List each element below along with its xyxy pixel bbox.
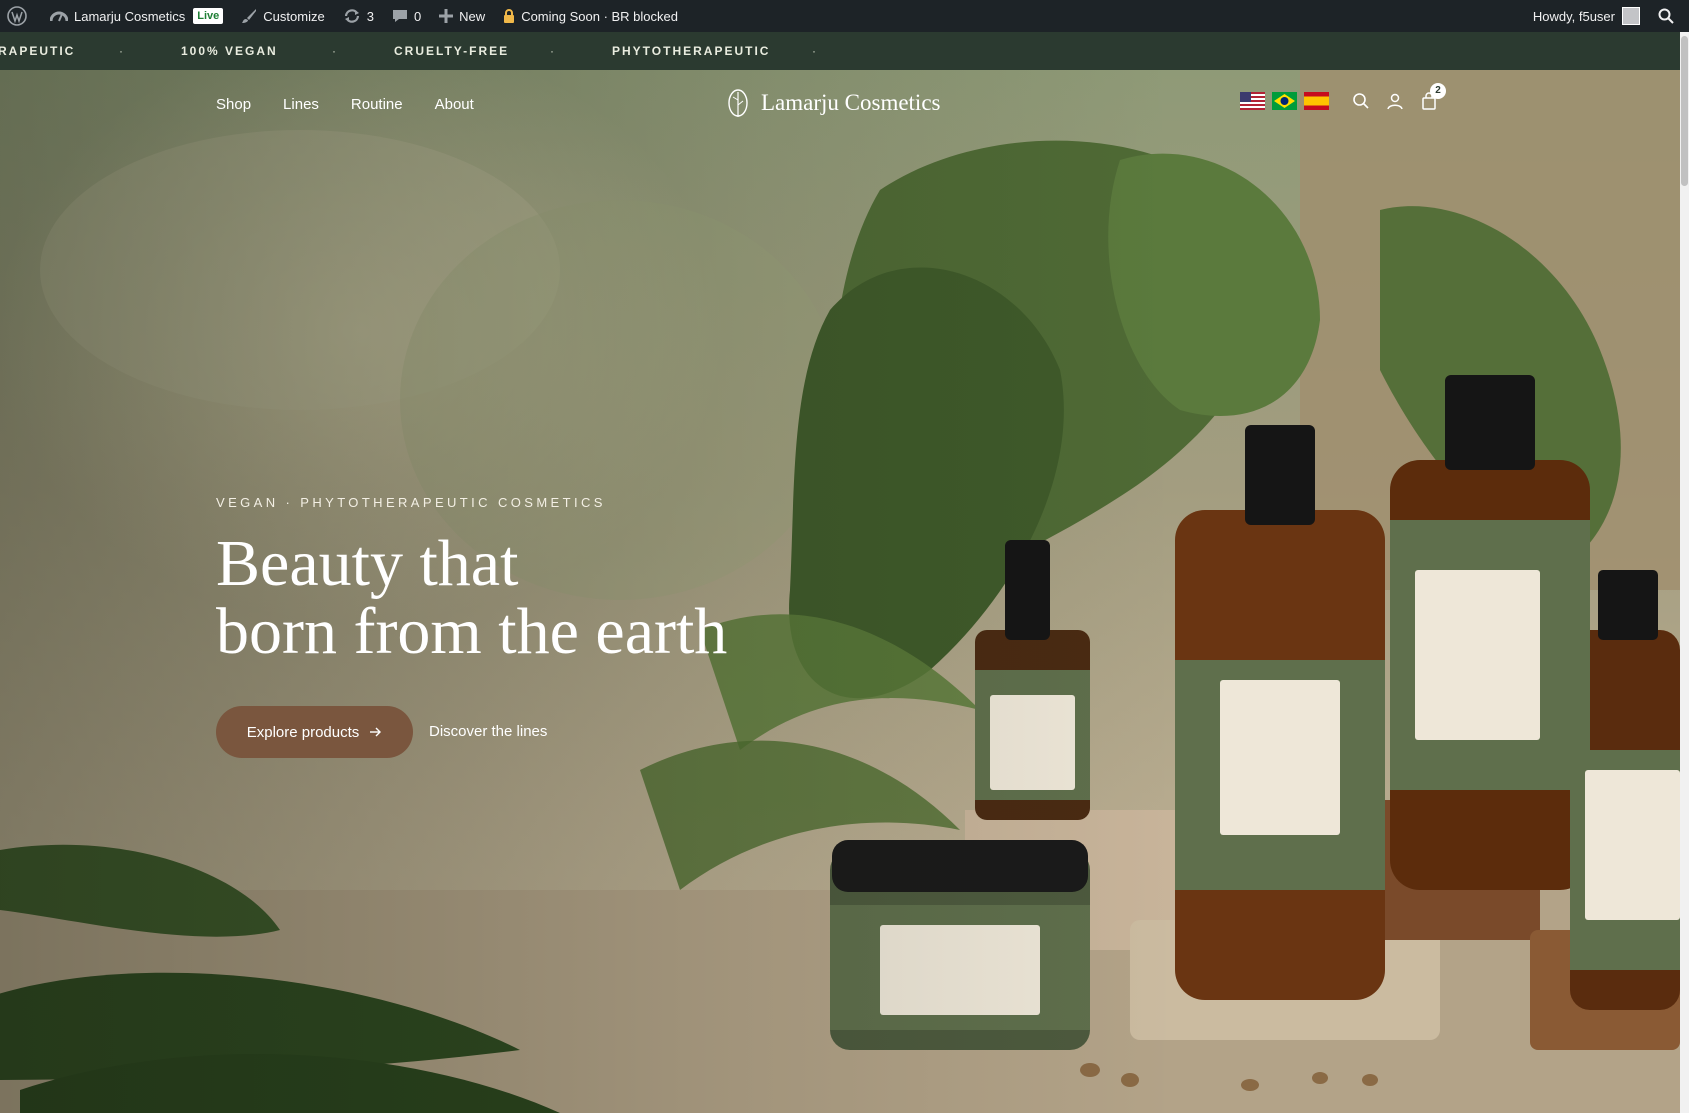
explore-products-button[interactable]: Explore products [216,706,413,758]
cart-button[interactable]: 2 [1420,83,1446,110]
howdy-label: Howdy, f5user [1532,8,1615,24]
scrollbar-thumb[interactable] [1681,36,1688,186]
coming-soon-status[interactable]: Coming Soon · BR blocked [494,0,687,32]
account-button[interactable] [1386,92,1404,110]
nav-lines[interactable]: Lines [283,96,319,113]
admin-search[interactable] [1649,0,1689,32]
search-button[interactable] [1352,92,1370,110]
strip-separator: · [332,44,338,58]
updates-link[interactable]: 3 [334,0,383,32]
explore-products-label: Explore products [246,723,360,741]
updates-icon [344,9,359,23]
customize-label: Customize [263,8,325,24]
user-icon [1387,93,1403,110]
hero-eyebrow: VEGAN · PHYTOTHERAPEUTIC COSMETICS [216,495,606,510]
site-logo[interactable]: Lamarju Cosmetics [727,88,941,118]
strip-separator: · [812,44,818,58]
search-icon [1658,8,1674,24]
account-menu[interactable]: Howdy, f5user [1524,0,1649,32]
page-scrollbar[interactable] [1680,32,1689,1113]
site-name: Lamarju Cosmetics [74,8,186,24]
search-icon [1353,93,1369,109]
plus-icon [439,9,454,23]
coming-soon-label: Coming Soon · BR blocked [521,8,678,24]
discover-lines-link[interactable]: Discover the lines [429,723,547,740]
strip-item: PHYTOTHERAPEUTIC [612,44,771,58]
admin-bar: Lamarju Cosmetics Live Customize 3 0 New [0,0,1689,32]
lock-icon [504,9,515,23]
avatar [1622,7,1640,25]
strip-separator: · [550,44,556,58]
new-label: New [459,8,486,24]
es-flag[interactable] [1304,92,1329,110]
leaf-logo-icon [728,89,748,117]
strip-item: CRUELTY-FREE [394,44,510,58]
headline-line-1: Beauty that [216,527,519,600]
nav-routine[interactable]: Routine [351,96,403,113]
headline-line-2: born from the earth [216,595,728,668]
customize-link[interactable]: Customize [232,0,333,32]
wordpress-menu[interactable] [0,0,41,32]
hero-headline: Beauty that born from the earth [216,530,727,666]
strip-item: 100% VEGAN [181,44,278,58]
updates-count: 3 [366,8,374,24]
arrow-right-icon [370,727,382,737]
hero-section: Shop Lines Routine About Lamarju Cosmeti… [0,70,1680,1113]
main-nav: Shop Lines Routine About [216,96,506,113]
announcement-strip: RAPEUTIC · 100% VEGAN · CRUELTY-FREE · P… [0,32,1680,70]
cart-count-badge: 2 [1430,83,1446,99]
wordpress-icon [7,6,27,26]
nav-shop[interactable]: Shop [216,96,251,113]
dashboard-icon [50,11,68,22]
strip-item: RAPEUTIC [0,44,76,58]
brush-icon [242,9,257,23]
comment-icon [392,10,407,22]
br-flag[interactable] [1272,92,1297,110]
comments-count: 0 [413,8,422,24]
new-content-menu[interactable]: New [430,0,494,32]
nav-about[interactable]: About [435,96,474,113]
live-badge: Live [193,8,224,24]
comments-link[interactable]: 0 [383,0,430,32]
brand-name: Lamarju Cosmetics [761,90,941,115]
header-tools: 2 [1240,83,1446,110]
site-name-menu[interactable]: Lamarju Cosmetics Live [41,0,232,32]
admin-bar-right: Howdy, f5user [1524,0,1689,32]
strip-separator: · [119,44,125,58]
us-flag[interactable] [1240,92,1265,110]
